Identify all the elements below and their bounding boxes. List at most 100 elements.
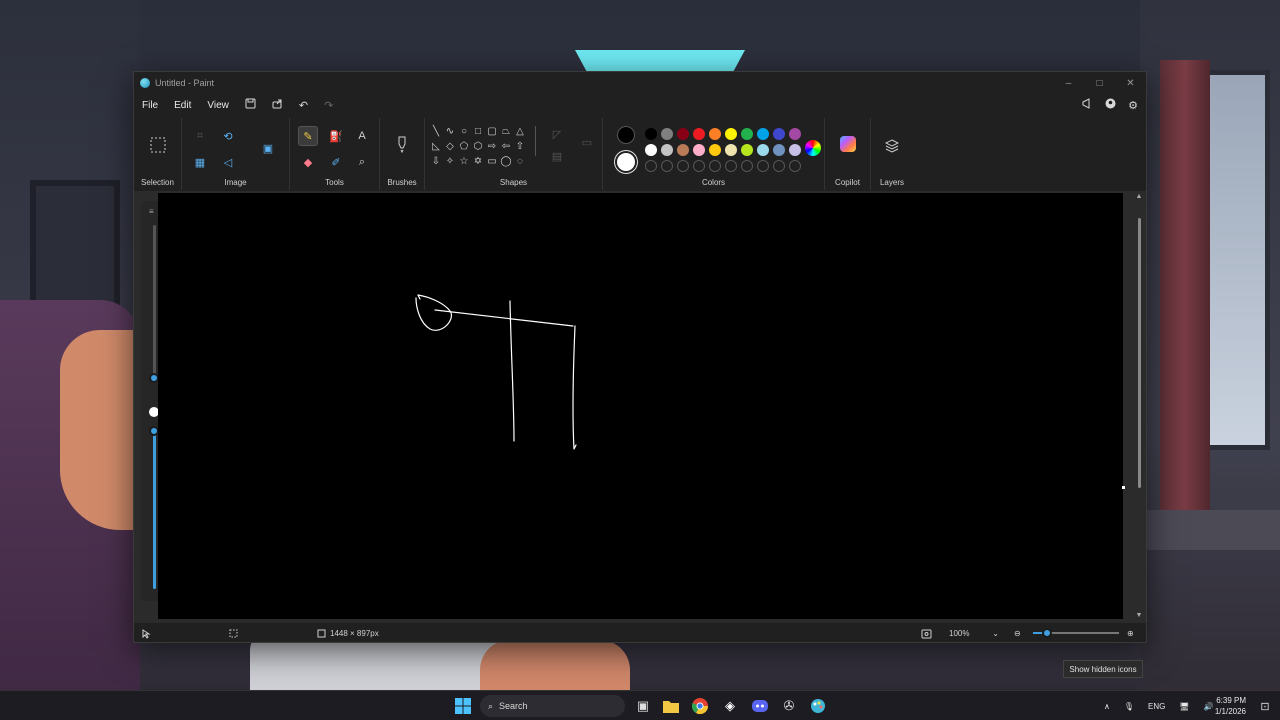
shape-fill-icon[interactable]: ▭	[577, 132, 597, 152]
selection-tool-button[interactable]	[148, 132, 168, 158]
menu-file[interactable]: File	[142, 100, 158, 111]
brush-icon[interactable]	[392, 132, 412, 158]
palette-swatch-row2-9[interactable]	[789, 144, 801, 156]
settings-gear-icon[interactable]: ⚙	[1128, 99, 1138, 112]
fit-to-window-icon[interactable]	[921, 629, 932, 639]
rounded-rectangle-shape-icon[interactable]: ▢	[485, 124, 499, 139]
color-picker-icon[interactable]: ✐	[326, 152, 346, 172]
palette-swatch-row1-1[interactable]	[661, 128, 673, 140]
app-settings-icon[interactable]: ✇	[779, 696, 799, 716]
eraser-icon[interactable]: ◆	[298, 152, 318, 172]
palette-swatch-row2-1[interactable]	[661, 144, 673, 156]
feedback-icon[interactable]	[1082, 98, 1093, 112]
palette-swatch-row2-0[interactable]	[645, 144, 657, 156]
capture-app-icon[interactable]: ◈	[720, 696, 740, 716]
palette-swatch-row2-8[interactable]	[773, 144, 785, 156]
text-tool-icon[interactable]: A	[352, 126, 372, 146]
task-view-icon[interactable]: ▣	[633, 696, 653, 716]
language-indicator[interactable]: ENG	[1148, 702, 1165, 711]
taskbar-clock[interactable]: 6:39 PM 1/1/2026	[1215, 695, 1246, 717]
account-icon[interactable]	[1105, 98, 1116, 112]
palette-swatch-row1-0[interactable]	[645, 128, 657, 140]
maximize-button[interactable]: □	[1084, 72, 1115, 94]
scroll-up-arrow-icon[interactable]: ▲	[1134, 193, 1144, 200]
scrollbar-thumb[interactable]	[1138, 218, 1141, 488]
file-explorer-icon[interactable]	[661, 696, 681, 716]
palette-swatch-row1-5[interactable]	[725, 128, 737, 140]
diamond-shape-icon[interactable]: ◇	[443, 139, 457, 154]
fill-bucket-icon[interactable]: ⛽	[326, 126, 346, 146]
triangle-shape-icon[interactable]: △	[513, 124, 527, 139]
image-select-icon[interactable]: ▣	[258, 138, 278, 158]
menu-view[interactable]: View	[207, 100, 229, 111]
paint-taskbar-icon[interactable]	[808, 696, 828, 716]
palette-swatch-row2-6[interactable]	[741, 144, 753, 156]
zoom-out-icon[interactable]: ⊖	[1014, 629, 1021, 638]
close-button[interactable]: ✕	[1115, 72, 1146, 94]
undo-icon[interactable]: ↶	[299, 99, 308, 112]
palette-swatch-row1-4[interactable]	[709, 128, 721, 140]
palette-swatch-row2-4[interactable]	[709, 144, 721, 156]
four-point-star-shape-icon[interactable]: ✧	[443, 154, 457, 169]
resize-icon[interactable]: ⟲	[218, 126, 238, 146]
palette-swatch-row2-2[interactable]	[677, 144, 689, 156]
network-icon[interactable]: 🖥	[1179, 702, 1189, 711]
palette-swatch-row1-3[interactable]	[693, 128, 705, 140]
microphone-icon[interactable]: 🎙	[1124, 702, 1134, 711]
vertical-scrollbar[interactable]: ▲ ▼	[1134, 193, 1144, 619]
drawing-canvas[interactable]	[158, 193, 1123, 619]
zoom-dropdown[interactable]: 100% ⌄	[949, 629, 999, 638]
share-icon[interactable]	[272, 98, 283, 112]
notification-icon[interactable]: ⊡	[1255, 696, 1275, 716]
hexagon-shape-icon[interactable]: ⬡	[471, 139, 485, 154]
rectangle-shape-icon[interactable]: □	[471, 124, 485, 139]
remove-background-icon[interactable]: ▦	[190, 152, 210, 172]
minimize-button[interactable]: –	[1053, 72, 1084, 94]
palette-swatch-row2-7[interactable]	[757, 144, 769, 156]
menu-edit[interactable]: Edit	[174, 100, 191, 111]
palette-swatch-row2-3[interactable]	[693, 144, 705, 156]
redo-icon[interactable]: ↷	[324, 99, 333, 112]
custom-color-slot-7[interactable]	[757, 160, 769, 172]
custom-color-slot-0[interactable]	[645, 160, 657, 172]
show-hidden-icons-chevron-icon[interactable]: ∧	[1104, 702, 1110, 711]
right-arrow-shape-icon[interactable]: ⇨	[485, 139, 499, 154]
size-slider-track[interactable]	[153, 225, 156, 375]
save-icon[interactable]	[245, 98, 256, 112]
custom-color-slot-9[interactable]	[789, 160, 801, 172]
custom-color-slot-3[interactable]	[693, 160, 705, 172]
zoom-slider-thumb[interactable]	[1042, 628, 1052, 638]
secondary-color-swatch[interactable]	[617, 153, 635, 171]
right-triangle-shape-icon[interactable]: ◺	[429, 139, 443, 154]
oval-shape-icon[interactable]: ○	[457, 124, 471, 139]
custom-color-slot-2[interactable]	[677, 160, 689, 172]
polygon-shape-icon[interactable]: ⏢	[499, 124, 513, 139]
zoom-in-icon[interactable]: ⊕	[1127, 629, 1134, 638]
custom-color-slot-6[interactable]	[741, 160, 753, 172]
pencil-icon[interactable]: ✎	[298, 126, 318, 146]
volume-icon[interactable]: 🔊	[1204, 702, 1214, 711]
six-point-star-shape-icon[interactable]: ✡	[471, 154, 485, 169]
canvas-resize-handle[interactable]	[1122, 486, 1125, 489]
outline-icon[interactable]: ◸	[547, 124, 567, 144]
palette-swatch-row1-6[interactable]	[741, 128, 753, 140]
palette-swatch-row1-8[interactable]	[773, 128, 785, 140]
opacity-slider-track[interactable]	[153, 429, 156, 589]
curve-shape-icon[interactable]: ∿	[443, 124, 457, 139]
crop-icon[interactable]: ⌗	[190, 126, 210, 146]
chrome-icon[interactable]	[690, 696, 710, 716]
title-bar[interactable]: Untitled - Paint – □ ✕	[134, 72, 1146, 94]
discord-icon[interactable]	[750, 696, 770, 716]
custom-color-slot-5[interactable]	[725, 160, 737, 172]
down-arrow-shape-icon[interactable]: ⇩	[429, 154, 443, 169]
five-point-star-shape-icon[interactable]: ☆	[457, 154, 471, 169]
callout-cloud-shape-icon[interactable]: ◌	[513, 154, 527, 169]
palette-swatch-row1-7[interactable]	[757, 128, 769, 140]
taskbar-search-box[interactable]: ⌕ Search	[480, 695, 625, 717]
layers-icon[interactable]	[882, 136, 902, 156]
fill-style-icon[interactable]: ▤	[547, 146, 567, 166]
palette-swatch-row1-9[interactable]	[789, 128, 801, 140]
palette-swatch-row2-5[interactable]	[725, 144, 737, 156]
primary-color-swatch[interactable]	[617, 126, 635, 144]
line-shape-icon[interactable]: ╲	[429, 124, 443, 139]
